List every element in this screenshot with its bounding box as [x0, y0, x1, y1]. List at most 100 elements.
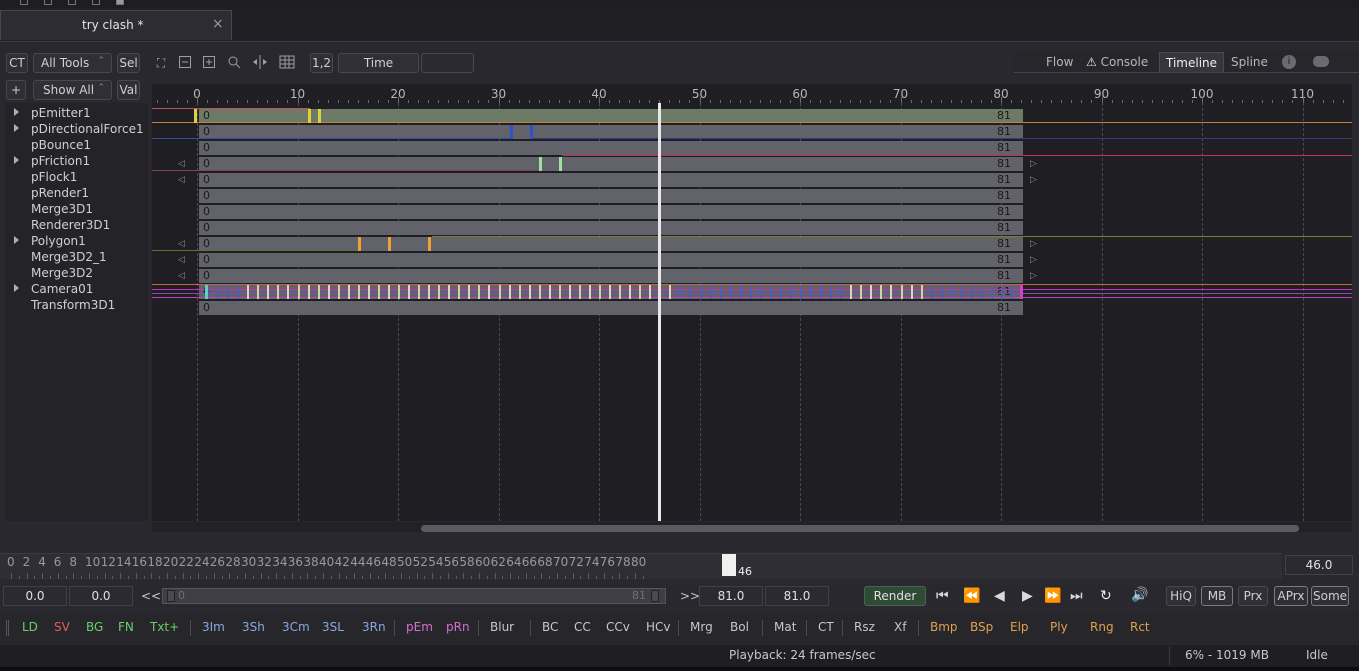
tool-button-xf[interactable]: Xf [894, 620, 906, 634]
time-bar[interactable]: 0 81 [199, 237, 1023, 251]
prx-button[interactable]: Prx [1238, 586, 1268, 606]
extend-right-arrow-icon[interactable]: ▷ [1030, 269, 1037, 283]
tree-item[interactable]: Polygon1 [5, 233, 148, 249]
keyframe[interactable] [227, 285, 230, 299]
playhead[interactable] [658, 103, 662, 521]
tool-button-mat[interactable]: Mat [774, 620, 796, 634]
time-ruler[interactable]: 0 2 4 6 8 10 12 14 16 18 20 22 24 26 28 30 32 34 36 38 40 42 4… [0, 553, 1282, 579]
keyframe[interactable] [194, 109, 197, 123]
keyframe[interactable] [318, 109, 321, 123]
keyframe[interactable] [428, 237, 431, 251]
keyframe[interactable] [518, 285, 521, 299]
tree-item[interactable]: pFriction1 [5, 153, 148, 169]
extend-left-arrow-icon[interactable]: ◁ [178, 269, 185, 283]
keyframe[interactable] [880, 285, 883, 299]
tree-item[interactable]: pRender1 [5, 185, 148, 201]
add-button[interactable]: + [6, 80, 26, 100]
tool-button-bsp[interactable]: BSp [970, 620, 993, 634]
tree-item[interactable]: Merge3D2_1 [5, 249, 148, 265]
val-button[interactable]: Val [117, 80, 140, 100]
extend-right-arrow-icon[interactable]: ▷ [1030, 253, 1037, 267]
range-start-handle[interactable] [167, 590, 175, 602]
keyframe[interactable] [900, 285, 903, 299]
keyframe[interactable] [498, 285, 501, 299]
sel-button[interactable]: Sel [117, 53, 140, 73]
time-bar[interactable]: 0 81 [199, 157, 1023, 171]
tool-button-hcv[interactable]: HCv [646, 620, 671, 634]
tool-button-bc[interactable]: BC [542, 620, 558, 634]
keyframe[interactable] [247, 285, 250, 299]
keyframe[interactable] [940, 285, 943, 299]
keyframe[interactable] [609, 285, 612, 299]
keyframe[interactable] [367, 285, 370, 299]
keyframe[interactable] [629, 285, 632, 299]
keyframe[interactable] [860, 285, 863, 299]
keyframe[interactable] [468, 285, 471, 299]
keyframe[interactable] [980, 285, 983, 299]
extend-left-arrow-icon[interactable]: ◁ [178, 253, 185, 267]
render-end-field[interactable]: 81.0 [699, 586, 763, 606]
loop-icon[interactable]: ↻ [1100, 588, 1112, 604]
keyframe[interactable] [689, 285, 692, 299]
ct-button[interactable]: CT [6, 53, 28, 73]
keyframe[interactable] [287, 285, 290, 299]
tool-button-txt[interactable]: Txt+ [150, 620, 179, 634]
keyframe[interactable] [357, 285, 360, 299]
time-bar[interactable]: 0 81 [199, 125, 1023, 139]
time-bar[interactable]: 0 81 [199, 173, 1023, 187]
keyframe[interactable] [578, 285, 581, 299]
extend-left-arrow-icon[interactable]: ◁ [178, 157, 185, 171]
time-bar[interactable]: 0 81 [199, 221, 1023, 235]
tab-flow[interactable]: Flow [1040, 52, 1079, 72]
keyframe[interactable] [779, 285, 782, 299]
keyframe[interactable] [337, 285, 340, 299]
window-control-icon[interactable] [116, 0, 124, 5]
zoom-out-icon[interactable] [177, 55, 193, 71]
keyframe[interactable] [438, 285, 441, 299]
zoom-rectangle-icon[interactable] [226, 55, 242, 71]
keyframe[interactable] [739, 285, 742, 299]
time-bar[interactable]: 0 81 [199, 205, 1023, 219]
grid-icon[interactable] [279, 55, 295, 71]
toolbar-grip-icon[interactable] [6, 620, 9, 636]
keyframe[interactable] [217, 285, 220, 299]
time-ruler-playhead[interactable] [722, 554, 736, 576]
keyframe[interactable] [237, 285, 240, 299]
audio-icon[interactable]: 🔊 [1131, 587, 1148, 603]
keyframe[interactable] [528, 285, 531, 299]
keyframe[interactable] [277, 285, 280, 299]
next-marker-button[interactable]: >> [680, 589, 700, 603]
keyframe[interactable] [428, 285, 431, 299]
extend-right-arrow-icon[interactable]: ▷ [1030, 157, 1037, 171]
keyframe[interactable] [418, 285, 421, 299]
frame-mode-button[interactable]: 1,2 [310, 53, 333, 73]
keyframe[interactable] [327, 285, 330, 299]
keyframe[interactable] [619, 285, 622, 299]
time-bar[interactable]: 0 81 [199, 141, 1023, 155]
tool-button-bol[interactable]: Bol [730, 620, 749, 634]
time-bar[interactable]: 0 81 [199, 189, 1023, 203]
tree-item[interactable]: pFlock1 [5, 169, 148, 185]
keyframe[interactable] [800, 285, 802, 299]
keyframe[interactable] [930, 285, 933, 299]
tool-button-elp[interactable]: Elp [1010, 620, 1029, 634]
show-filter-dropdown[interactable]: Show All ⌃ [33, 80, 112, 100]
time-mode-button[interactable]: Time [338, 53, 419, 73]
window-control-icon[interactable] [68, 0, 76, 5]
keyframe[interactable] [307, 285, 310, 299]
keyframe[interactable] [960, 285, 963, 299]
keyframe[interactable] [910, 285, 913, 299]
extend-right-arrow-icon[interactable]: ▷ [1030, 237, 1037, 251]
step-back-icon[interactable]: ⏪ [963, 588, 980, 604]
keyframe[interactable] [398, 285, 400, 299]
scrollbar-thumb[interactable] [421, 525, 1299, 532]
close-tab-icon[interactable]: × [212, 16, 224, 32]
tree-item[interactable]: Camera01 [5, 281, 148, 297]
go-to-start-icon[interactable]: ⏮ [936, 588, 949, 604]
play-icon[interactable]: ▶ [1022, 588, 1033, 604]
tree-item[interactable]: Transform3D1 [5, 297, 148, 313]
tool-button-3rn[interactable]: 3Rn [362, 620, 386, 634]
keyframe[interactable] [1001, 285, 1003, 299]
tool-button-3cm[interactable]: 3Cm [282, 620, 310, 634]
keyframe[interactable] [377, 285, 380, 299]
